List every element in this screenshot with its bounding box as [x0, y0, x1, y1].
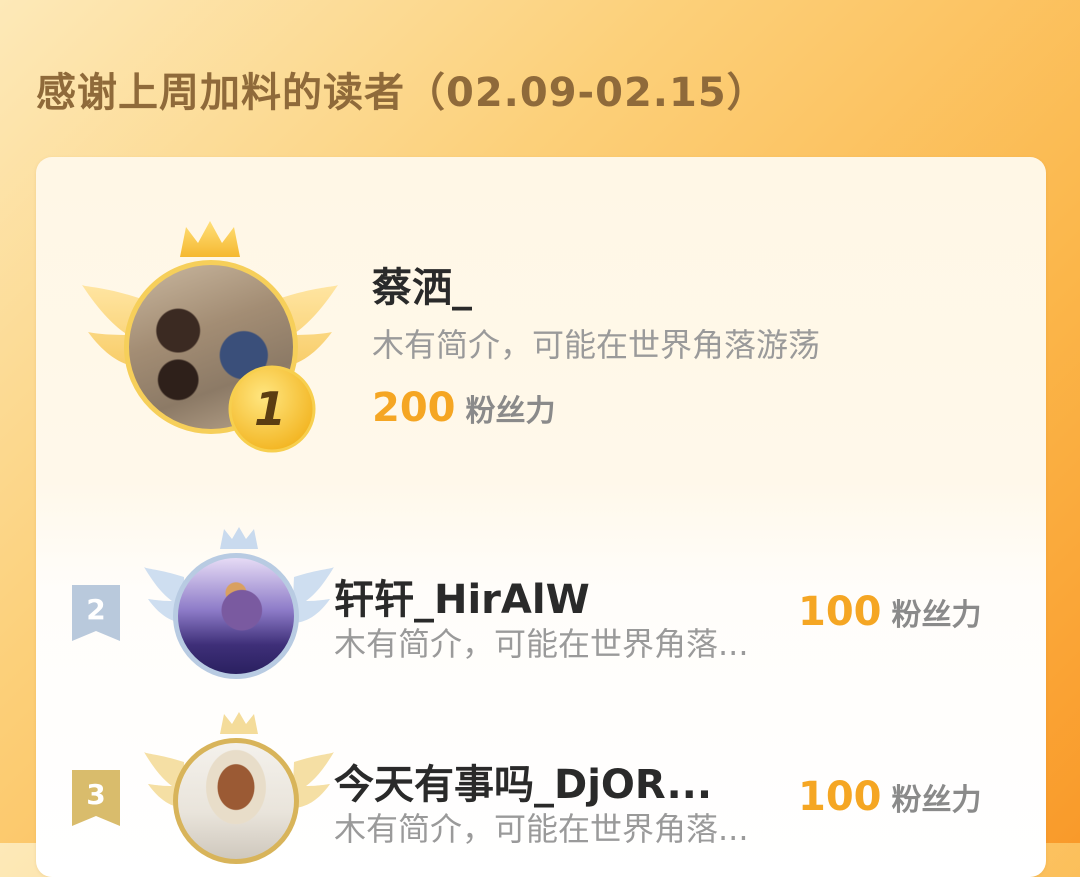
- power-value: 200: [372, 385, 456, 431]
- reader-intro: 木有简介，可能在世界角落...: [334, 625, 749, 663]
- reader-name[interactable]: 今天有事吗_DjOR...: [334, 752, 712, 810]
- power-unit: 粉丝力: [465, 394, 556, 429]
- reader-power: 100 粉丝力: [798, 774, 982, 820]
- reader-row-2[interactable]: 2 轩轩_HirAlW 木有简介，可能在世界角落... 100 粉丝力: [36, 527, 1046, 697]
- top-reader-power: 200 粉丝力: [372, 385, 556, 431]
- power-value: 100: [798, 774, 882, 820]
- rank-3-number: 3: [86, 778, 105, 811]
- power-unit: 粉丝力: [891, 783, 982, 818]
- rank-3-badge-icon: 3: [72, 770, 120, 826]
- top-reader-name[interactable]: 蔡洒_: [372, 255, 472, 313]
- reader-power: 100 粉丝力: [798, 589, 982, 635]
- reader-intro: 木有简介，可能在世界角落...: [334, 810, 749, 848]
- top-reader-intro: 木有简介，可能在世界角落游荡: [372, 326, 821, 364]
- power-unit: 粉丝力: [891, 598, 982, 633]
- power-value: 100: [798, 589, 882, 635]
- rank-1-medal-icon: 1: [228, 365, 316, 453]
- rank-2-number: 2: [86, 593, 105, 626]
- avatar[interactable]: [173, 738, 299, 864]
- avatar[interactable]: [173, 553, 299, 679]
- rank-1-number: 1: [254, 382, 286, 436]
- top-reader-section[interactable]: 1 蔡洒_ 木有简介，可能在世界角落游荡 200 粉丝力: [36, 157, 1046, 522]
- rank-2-badge-icon: 2: [72, 585, 120, 641]
- page-title: 感谢上周加料的读者（02.09-02.15）: [36, 70, 768, 116]
- reader-row-3[interactable]: 3 今天有事吗_DjOR... 木有简介，可能在世界角落... 100 粉丝力: [36, 712, 1046, 877]
- readers-card: 1 蔡洒_ 木有简介，可能在世界角落游荡 200 粉丝力 2 轩轩_HirAlW …: [36, 157, 1046, 877]
- reader-name[interactable]: 轩轩_HirAlW: [334, 567, 590, 625]
